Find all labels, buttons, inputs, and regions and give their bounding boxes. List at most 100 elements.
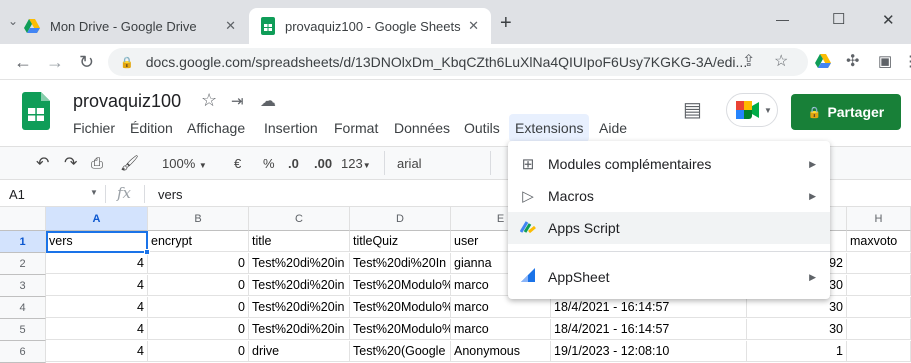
menu-item-macros[interactable]: ▷ Macros ▶ (508, 180, 830, 212)
paint-format-icon[interactable]: 🖌 (120, 153, 139, 175)
extensions-puzzle-icon[interactable]: ✣ (846, 44, 859, 80)
side-panel-icon[interactable]: ▣ (878, 44, 892, 80)
table-cell[interactable]: 1 (747, 341, 847, 362)
menu-donnees[interactable]: Données (394, 120, 450, 136)
decrease-decimal-button[interactable]: .0 (288, 153, 299, 175)
menu-item-apps-script[interactable]: Apps Script (508, 212, 830, 244)
table-cell[interactable]: 0 (148, 297, 249, 318)
table-cell[interactable]: marco (451, 319, 551, 340)
tab-google-drive[interactable]: Mon Drive - Google Drive ✕ (14, 8, 248, 44)
bookmark-star-icon[interactable]: ☆ (774, 44, 788, 80)
close-window-button[interactable]: ✕ (882, 11, 895, 29)
table-cell[interactable]: 4 (46, 297, 148, 318)
move-folder-icon[interactable]: ⇥ (231, 92, 244, 110)
close-tab-icon[interactable]: ✕ (225, 18, 236, 34)
doc-title[interactable]: provaquiz100 (73, 91, 181, 112)
print-icon[interactable]: ⎙ (91, 153, 103, 175)
column-header-b[interactable]: B (148, 207, 249, 231)
url-text[interactable]: docs.google.com/spreadsheets/d/13DNOlxDm… (146, 54, 748, 70)
forward-arrow-icon[interactable]: → (46, 44, 64, 80)
chevron-down-icon[interactable]: ▼ (90, 188, 98, 197)
row-header[interactable]: 4 (0, 297, 46, 319)
table-cell[interactable]: title (249, 231, 350, 252)
table-cell[interactable]: 4 (46, 253, 148, 274)
table-cell[interactable]: Test%20Modulo% (350, 297, 451, 318)
font-select[interactable]: arial (397, 153, 422, 175)
browser-menu-icon[interactable]: ⋮ (903, 44, 911, 80)
table-cell[interactable]: 30 (747, 319, 847, 340)
menu-extensions[interactable]: Extensions (509, 114, 590, 142)
column-header-c[interactable]: C (249, 207, 350, 231)
drive-extension-icon[interactable] (815, 54, 831, 68)
table-cell[interactable]: Test%20Modulo% (350, 319, 451, 340)
row-header[interactable]: 6 (0, 341, 46, 363)
table-cell[interactable]: 19/1/2023 - 12:08:10 (551, 341, 747, 362)
table-cell[interactable]: 4 (46, 275, 148, 296)
new-tab-button[interactable]: + (500, 13, 512, 33)
zoom-select[interactable]: 100% ▼ (162, 153, 207, 175)
row-header[interactable]: 1 (0, 231, 46, 253)
menu-aide[interactable]: Aide (599, 120, 627, 136)
close-tab-icon[interactable]: ✕ (468, 18, 479, 34)
table-cell[interactable]: Test%20di%20in (249, 275, 350, 296)
maximize-button[interactable]: ☐ (832, 10, 845, 28)
menu-item-modules-complementaires[interactable]: ⊞ Modules complémentaires ▶ (508, 148, 830, 180)
table-cell[interactable]: Test%20Modulo% (350, 275, 451, 296)
formula-input[interactable]: vers (158, 187, 183, 202)
table-cell[interactable]: 0 (148, 253, 249, 274)
table-cell[interactable] (847, 253, 911, 274)
select-all-corner[interactable] (0, 207, 46, 231)
table-cell[interactable]: 18/4/2021 - 16:14:57 (551, 297, 747, 318)
row-header[interactable]: 3 (0, 275, 46, 297)
increase-decimal-button[interactable]: .00 (314, 153, 332, 175)
currency-format-button[interactable]: € (234, 153, 241, 175)
table-cell[interactable]: Test%20di%20In (350, 253, 451, 274)
row-header[interactable]: 2 (0, 253, 46, 275)
minimize-button[interactable]: — (776, 12, 789, 27)
table-cell[interactable]: 4 (46, 341, 148, 362)
address-bar[interactable]: 🔒 docs.google.com/spreadsheets/d/13DNOlx… (108, 48, 808, 76)
column-header-a[interactable]: A (46, 207, 148, 231)
column-header-d[interactable]: D (350, 207, 451, 231)
table-cell[interactable] (847, 297, 911, 318)
table-cell[interactable]: Test%20di%20in (249, 297, 350, 318)
table-cell[interactable]: titleQuiz (350, 231, 451, 252)
row-header[interactable]: 5 (0, 319, 46, 341)
star-icon[interactable]: ☆ (201, 90, 217, 111)
menu-outils[interactable]: Outils (464, 120, 500, 136)
table-cell[interactable]: 4 (46, 319, 148, 340)
table-cell[interactable]: Test%20(Google (350, 341, 451, 362)
table-cell[interactable]: 0 (148, 275, 249, 296)
tab-google-sheets[interactable]: provaquiz100 - Google Sheets ✕ (249, 8, 491, 44)
menu-fichier[interactable]: Fichier (73, 120, 115, 136)
table-cell[interactable] (847, 275, 911, 296)
table-cell[interactable] (847, 341, 911, 362)
back-arrow-icon[interactable]: ← (14, 44, 32, 80)
table-cell[interactable]: Test%20di%20in (249, 253, 350, 274)
table-cell[interactable]: 30 (747, 297, 847, 318)
menu-format[interactable]: Format (334, 120, 378, 136)
share-page-icon[interactable]: ⇪ (742, 44, 755, 80)
reload-icon[interactable]: ↻ (79, 44, 94, 80)
share-button[interactable]: 🔒 Partager (791, 94, 901, 130)
comments-icon[interactable]: ▤ (683, 97, 702, 122)
menu-affichage[interactable]: Affichage (187, 120, 245, 136)
undo-icon[interactable]: ↶ (36, 153, 49, 175)
table-cell[interactable]: encrypt (148, 231, 249, 252)
name-box[interactable]: A1 (9, 187, 25, 202)
cloud-status-icon[interactable]: ☁ (260, 91, 276, 111)
table-cell[interactable]: marco (451, 297, 551, 318)
percent-format-button[interactable]: % (263, 153, 275, 175)
redo-icon[interactable]: ↷ (64, 153, 77, 175)
sheets-logo-icon[interactable] (22, 92, 50, 130)
table-cell[interactable]: 18/4/2021 - 16:14:57 (551, 319, 747, 340)
menu-insertion[interactable]: Insertion (264, 120, 318, 136)
menu-item-appsheet[interactable]: AppSheet ▶ (508, 261, 830, 293)
table-cell[interactable]: Anonymous (451, 341, 551, 362)
table-cell[interactable]: drive (249, 341, 350, 362)
menu-edition[interactable]: Édition (130, 120, 173, 136)
table-cell[interactable] (847, 319, 911, 340)
table-cell[interactable]: Test%20di%20in (249, 319, 350, 340)
more-formats-select[interactable]: 123▼ (341, 153, 371, 175)
table-cell[interactable]: 0 (148, 319, 249, 340)
